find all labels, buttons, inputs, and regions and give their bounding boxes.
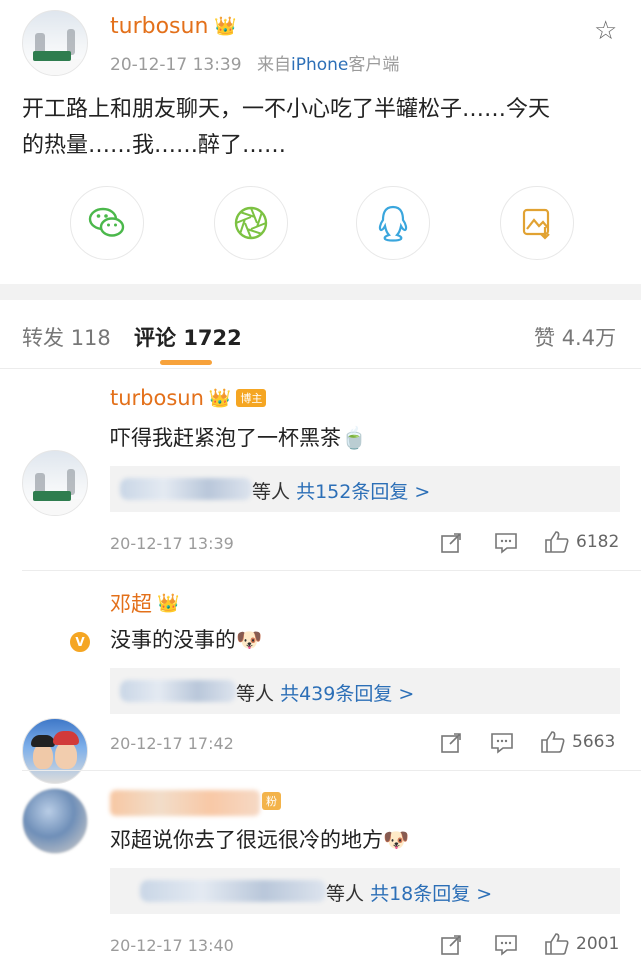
reply-count-link[interactable]: 共152条回复 > (296, 481, 430, 503)
thumbs-up-icon (545, 933, 569, 955)
comment-author-name[interactable]: 邓超 (110, 588, 152, 618)
blurred-author-name[interactable] (110, 790, 260, 816)
tabs-divider (0, 368, 641, 369)
fan-badge: 粉 (262, 792, 281, 810)
comment-author-name[interactable]: turbosun (110, 386, 204, 410)
post-text: 开工路上和朋友聊天，一不小心吃了半罐松子……今天 的热量……我……醉了…… (22, 92, 622, 164)
reply-summary-text: 等人 共152条回复 > (252, 477, 430, 504)
verified-v-icon: V (68, 630, 92, 654)
reply-summary[interactable]: 等人 共439条回复 > (110, 668, 620, 714)
tab-comments[interactable]: 评论 1722 (134, 322, 242, 352)
like-comment-button[interactable]: 5663 (540, 730, 615, 754)
reply-comment-button[interactable] (494, 934, 518, 956)
repost-comment-button[interactable] (440, 732, 462, 754)
section-divider (0, 284, 641, 300)
comment-icon (495, 533, 517, 554)
like-count: 6182 (576, 532, 620, 552)
crown-icon: 👑 (157, 592, 180, 614)
post-source-device[interactable]: iPhone (291, 55, 348, 75)
reply-summary[interactable]: 等人 共152条回复 > (110, 466, 620, 512)
comment-text: 没事的没事的🐶 (110, 624, 262, 654)
reply-summary-text: 等人 共18条回复 > (326, 879, 492, 906)
share-moments-button[interactable] (214, 186, 288, 260)
comment-time: 20-12-17 13:40 (110, 936, 234, 955)
comment-header: turbosun 👑 博主 (110, 386, 267, 410)
tab-likes-label: 赞 (534, 326, 555, 350)
post-meta: 20-12-17 13:39 来自iPhone客户端 (110, 50, 399, 75)
comment-icon (491, 733, 513, 754)
comment-text-body: 没事的没事的 (110, 628, 236, 652)
share-arrow-icon (441, 733, 461, 753)
like-count: 2001 (576, 934, 620, 954)
comment-text-body: 邓超说你去了很远很冷的地方 (110, 828, 383, 852)
doge-emoji-icon: 🐶 (236, 628, 263, 652)
star-icon[interactable]: ☆ (594, 16, 617, 46)
share-wechat-button[interactable] (70, 186, 144, 260)
active-tab-indicator (160, 360, 212, 365)
comment-time: 20-12-17 13:39 (110, 534, 234, 553)
comment-divider (22, 570, 641, 571)
crown-icon: 👑 (214, 16, 237, 37)
like-count: 5663 (572, 732, 616, 752)
repost-comment-button[interactable] (440, 934, 462, 956)
blurred-replier-names (120, 478, 252, 500)
save-image-button[interactable] (500, 186, 574, 260)
reply-summary[interactable]: 等人 共18条回复 > (110, 868, 620, 914)
blurred-replier-names (140, 880, 326, 902)
reply-suffix: 等人 (252, 481, 291, 503)
comment-text: 邓超说你去了很远很冷的地方🐶 (110, 824, 409, 854)
reply-suffix: 等人 (326, 883, 365, 905)
comment-time: 20-12-17 17:42 (110, 734, 234, 753)
thumbs-up-icon (541, 731, 565, 753)
moments-icon (234, 206, 268, 240)
reply-comment-button[interactable] (490, 732, 514, 754)
comment-icon (495, 935, 517, 956)
share-arrow-icon (441, 533, 461, 553)
share-arrow-icon (441, 935, 461, 955)
comment-divider (22, 770, 641, 771)
comment-text-body: 吓得我赶紧泡了一杯黑茶 (110, 426, 341, 450)
tab-likes-count: 4.4万 (561, 326, 617, 350)
tea-emoji-icon: 🍵 (341, 426, 368, 450)
post-source-suffix: 客户端 (348, 55, 400, 75)
post-text-line: 开工路上和朋友聊天，一不小心吃了半罐松子……今天 (22, 97, 551, 122)
repost-comment-button[interactable] (440, 532, 462, 554)
comment-avatar[interactable] (22, 788, 88, 854)
reply-summary-text: 等人 共439条回复 > (236, 679, 414, 706)
comment-text: 吓得我赶紧泡了一杯黑茶🍵 (110, 422, 367, 452)
wechat-icon (88, 207, 125, 237)
post-author-avatar[interactable] (22, 10, 88, 76)
tab-likes[interactable]: 赞 4.4万 (534, 322, 616, 352)
post-source-prefix: 来自 (256, 55, 291, 75)
doge-emoji-icon: 🐶 (383, 828, 410, 852)
reply-suffix: 等人 (236, 683, 275, 705)
reply-count-link[interactable]: 共439条回复 > (280, 683, 414, 705)
host-badge: 博主 (236, 389, 267, 407)
comment-avatar[interactable] (22, 718, 88, 784)
thumbs-up-icon (545, 531, 569, 553)
tab-comments-label: 评论 (134, 326, 176, 350)
save-image-icon (522, 208, 550, 240)
post-timestamp: 20-12-17 13:39 (110, 55, 242, 75)
tab-reposts-count: 118 (70, 326, 111, 350)
reply-comment-button[interactable] (494, 532, 518, 554)
comment-avatar[interactable] (22, 450, 88, 516)
comment-header: 邓超 👑 (110, 588, 179, 618)
reply-count-link[interactable]: 共18条回复 > (370, 883, 492, 905)
like-comment-button[interactable]: 6182 (544, 530, 619, 554)
like-comment-button[interactable]: 2001 (544, 932, 619, 956)
post-text-line: 的热量……我……醉了…… (22, 133, 287, 158)
tab-reposts[interactable]: 转发 118 (22, 322, 111, 352)
share-qq-button[interactable] (356, 186, 430, 260)
tab-comments-count: 1722 (183, 326, 242, 350)
blurred-replier-names (120, 680, 236, 702)
crown-icon: 👑 (208, 387, 232, 409)
post-author-name[interactable]: turbosun (110, 14, 208, 39)
qq-icon (378, 205, 408, 242)
tab-reposts-label: 转发 (22, 326, 64, 350)
